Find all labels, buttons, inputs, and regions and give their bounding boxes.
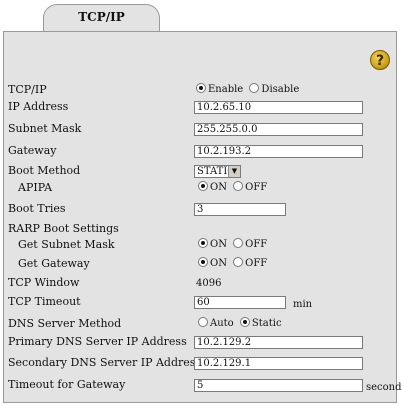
timeout-gateway-unit: seconds	[366, 382, 402, 393]
apipa-off-option[interactable]: OFF	[233, 181, 268, 193]
help-icon[interactable]: ?	[370, 50, 390, 70]
tcpip-enable-label: Enable	[208, 84, 244, 95]
tcpip-label: TCP/IP	[8, 83, 47, 96]
row-get-gateway: Get Gateway ON OFF	[8, 256, 398, 272]
get-gateway-off-label: OFF	[245, 258, 268, 269]
row-gateway: Gateway 10.2.193.2	[8, 143, 398, 159]
get-gateway-on-option[interactable]: ON	[198, 257, 227, 269]
rarp-heading: RARP Boot Settings	[8, 222, 119, 235]
row-rarp-heading: RARP Boot Settings	[8, 221, 398, 237]
dns-static-option[interactable]: Static	[239, 317, 282, 329]
get-gateway-label: Get Gateway	[18, 257, 90, 270]
gateway-input[interactable]: 10.2.193.2	[194, 145, 363, 158]
boot-method-select[interactable]: STATIC ▼	[194, 165, 241, 178]
tcpip-disable-radio[interactable]	[249, 83, 260, 93]
secondary-dns-label: Secondary DNS Server IP Address	[8, 356, 202, 369]
dns-method-radio-group: Auto Static	[198, 316, 285, 332]
timeout-gateway-input[interactable]: 5	[194, 379, 363, 392]
boot-tries-input[interactable]: 3	[194, 203, 286, 216]
get-subnet-mask-on-radio[interactable]	[198, 238, 208, 248]
row-primary-dns: Primary DNS Server IP Address 10.2.129.2	[8, 334, 398, 350]
get-subnet-mask-off-label: OFF	[245, 239, 268, 250]
secondary-dns-input[interactable]: 10.2.129.1	[194, 357, 363, 370]
tcp-window-value: 4096	[196, 278, 222, 289]
tcpip-disable-option[interactable]: Disable	[249, 83, 300, 95]
get-gateway-off-radio[interactable]	[233, 257, 244, 267]
get-subnet-mask-off-radio[interactable]	[233, 238, 244, 248]
tcp-window-label: TCP Window	[8, 276, 80, 289]
row-ip-address: IP Address 10.2.65.10	[8, 99, 398, 115]
row-boot-method: Boot Method STATIC ▼	[8, 163, 398, 179]
row-secondary-dns: Secondary DNS Server IP Address 10.2.129…	[8, 355, 398, 371]
get-gateway-on-radio[interactable]	[198, 257, 208, 267]
apipa-on-label: ON	[210, 182, 227, 193]
chevron-down-icon[interactable]: ▼	[228, 166, 240, 177]
get-subnet-mask-on-option[interactable]: ON	[198, 238, 227, 250]
timeout-gateway-label: Timeout for Gateway	[8, 378, 126, 391]
get-gateway-on-label: ON	[210, 258, 227, 269]
row-get-subnet-mask: Get Subnet Mask ON OFF	[8, 237, 398, 253]
get-subnet-mask-label: Get Subnet Mask	[18, 238, 115, 251]
get-subnet-mask-off-option[interactable]: OFF	[233, 238, 268, 250]
tcp-timeout-label: TCP Timeout	[8, 295, 81, 308]
tcpip-enable-option[interactable]: Enable	[196, 83, 244, 95]
subnet-mask-input[interactable]: 255.255.0.0	[194, 123, 363, 136]
primary-dns-input[interactable]: 10.2.129.2	[194, 336, 363, 349]
boot-method-label: Boot Method	[8, 164, 81, 177]
tcpip-enable-radio[interactable]	[196, 83, 206, 93]
dns-method-label: DNS Server Method	[8, 317, 122, 330]
tab-tcpip[interactable]: TCP/IP	[43, 4, 160, 33]
apipa-on-radio[interactable]	[198, 181, 208, 191]
apipa-off-radio[interactable]	[233, 181, 244, 191]
row-dns-method: DNS Server Method Auto Static	[8, 316, 398, 332]
subnet-mask-label: Subnet Mask	[8, 122, 82, 135]
row-tcpip: TCP/IP Enable Disable	[8, 82, 398, 98]
tcpip-radio-group: Enable Disable	[196, 82, 302, 98]
row-subnet-mask: Subnet Mask 255.255.0.0	[8, 121, 398, 137]
primary-dns-label: Primary DNS Server IP Address	[8, 335, 187, 348]
dns-static-radio[interactable]	[239, 317, 250, 327]
boot-tries-label: Boot Tries	[8, 202, 66, 215]
get-gateway-radio-group: ON OFF	[198, 256, 270, 272]
tcpip-disable-label: Disable	[261, 84, 300, 95]
dns-auto-option[interactable]: Auto	[198, 317, 234, 329]
tab-bar: TCP/IP	[3, 0, 397, 33]
dns-auto-label: Auto	[210, 318, 234, 329]
row-boot-tries: Boot Tries 3	[8, 201, 398, 217]
gateway-label: Gateway	[8, 144, 57, 157]
apipa-radio-group: ON OFF	[198, 180, 270, 196]
row-tcp-window: TCP Window 4096	[8, 275, 398, 291]
get-subnet-mask-on-label: ON	[210, 239, 227, 250]
row-tcp-timeout: TCP Timeout 60 min	[8, 294, 398, 310]
dns-auto-radio[interactable]	[198, 317, 208, 327]
tcp-timeout-input[interactable]: 60	[194, 296, 286, 309]
tcp-timeout-unit: min	[293, 299, 313, 310]
ip-address-label: IP Address	[8, 100, 69, 113]
ip-address-input[interactable]: 10.2.65.10	[194, 101, 363, 114]
get-gateway-off-option[interactable]: OFF	[233, 257, 268, 269]
apipa-label: APIPA	[18, 181, 53, 194]
apipa-on-option[interactable]: ON	[198, 181, 227, 193]
row-timeout-gateway: Timeout for Gateway 5 seconds	[8, 377, 402, 393]
row-apipa: APIPA ON OFF	[8, 180, 398, 196]
get-subnet-mask-radio-group: ON OFF	[198, 237, 270, 253]
dns-static-label: Static	[251, 318, 282, 329]
apipa-off-label: OFF	[245, 182, 268, 193]
